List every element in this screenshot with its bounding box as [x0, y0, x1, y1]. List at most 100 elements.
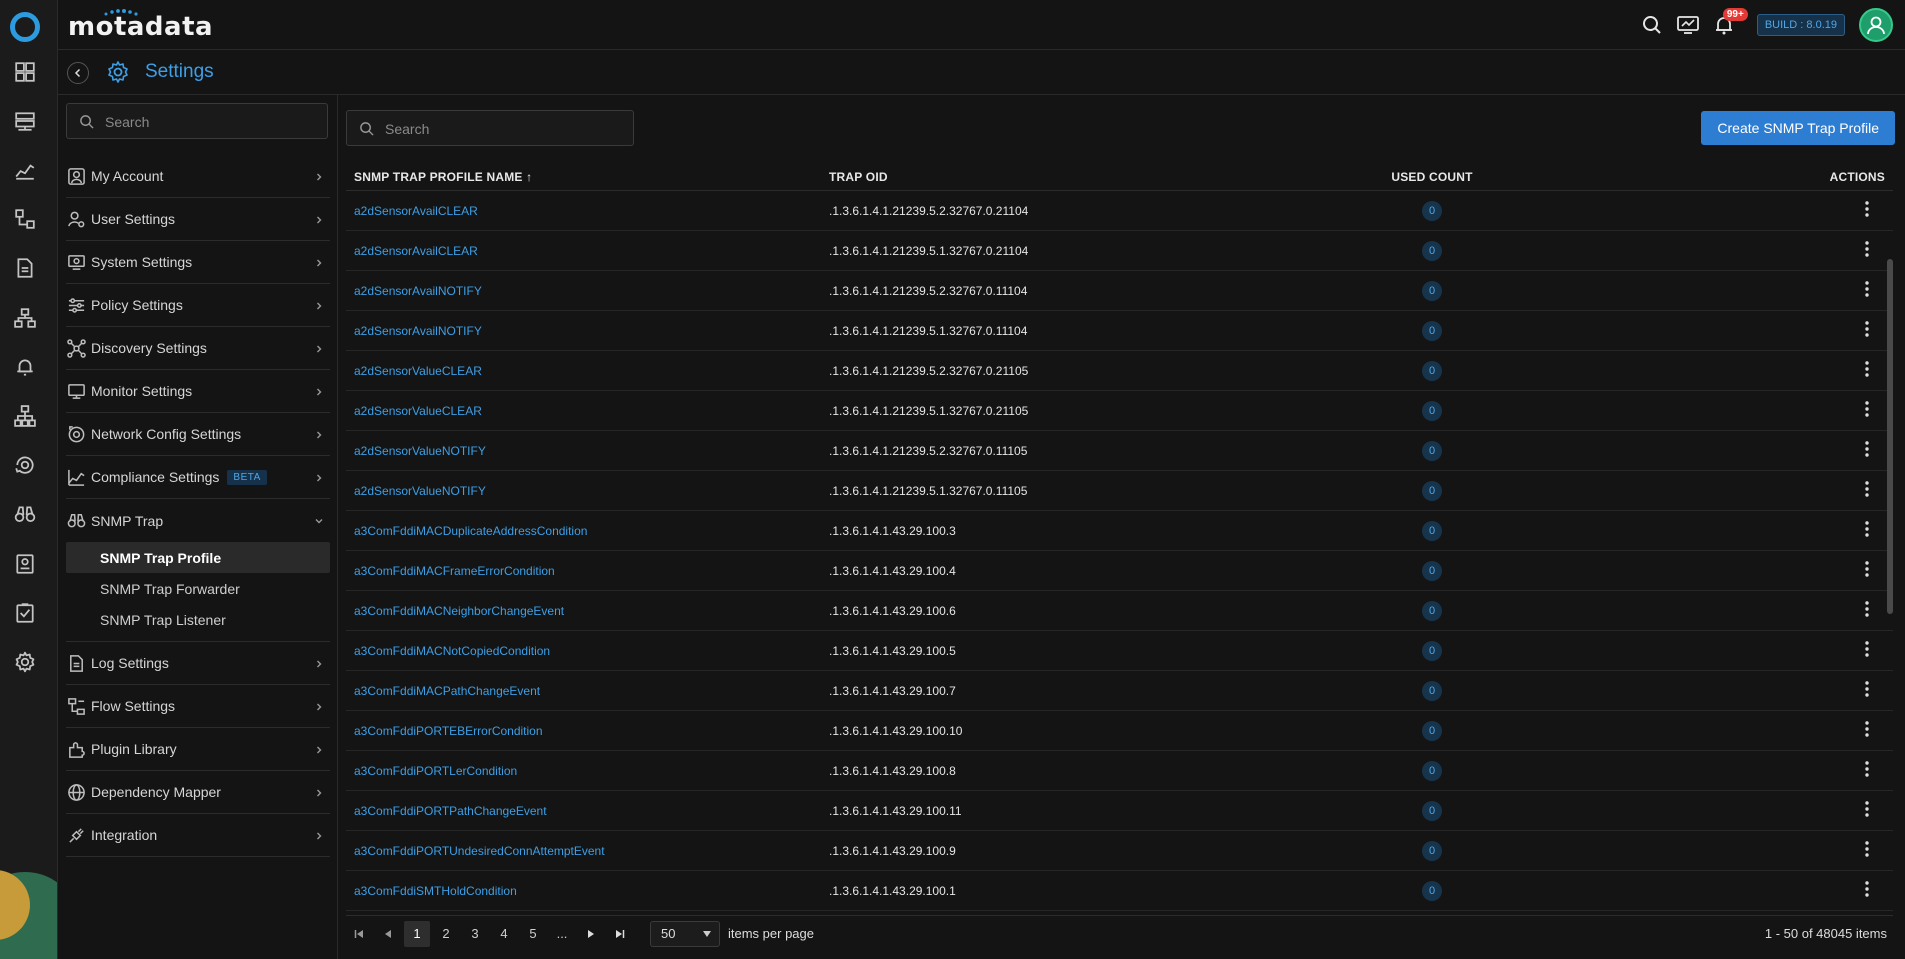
nav-item-system-settings[interactable]: System Settings	[66, 241, 330, 284]
page-button-4[interactable]: 4	[491, 921, 517, 947]
alerts-icon[interactable]	[12, 354, 38, 380]
hierarchy-icon[interactable]	[12, 403, 38, 429]
nav-item-network-config-settings[interactable]: Network Config Settings	[66, 413, 330, 456]
profile-name-link[interactable]: a2dSensorValueCLEAR	[346, 364, 821, 378]
notification-count-badge: 99+	[1722, 8, 1748, 21]
profile-name-link[interactable]: a3ComFddiMACFrameErrorCondition	[346, 564, 821, 578]
user-avatar[interactable]	[1859, 8, 1893, 42]
nav-item-plugin-library[interactable]: Plugin Library	[66, 728, 330, 771]
grid-search-input[interactable]	[385, 119, 625, 139]
grid-scrollbar[interactable]	[1887, 259, 1893, 614]
kebab-menu-icon[interactable]	[1857, 479, 1877, 499]
profile-name-link[interactable]: a2dSensorValueCLEAR	[346, 404, 821, 418]
binoculars-icon[interactable]	[12, 501, 38, 527]
nav-item-user-settings[interactable]: User Settings	[66, 198, 330, 241]
network-icon[interactable]	[12, 305, 38, 331]
prev-page-button[interactable]	[375, 921, 401, 947]
kebab-menu-icon[interactable]	[1857, 599, 1877, 619]
kebab-menu-icon[interactable]	[1857, 359, 1877, 379]
profile-name-link[interactable]: a2dSensorValueNOTIFY	[346, 444, 821, 458]
settings-icon[interactable]	[12, 649, 38, 675]
nav-item-dependency-mapper[interactable]: Dependency Mapper	[66, 771, 330, 814]
nav-item-snmp-trap[interactable]: SNMP Trap	[66, 499, 330, 542]
settings-header: Settings	[58, 50, 1905, 95]
reports-icon[interactable]	[12, 255, 38, 281]
topology-icon[interactable]	[12, 206, 38, 232]
profile-name-link[interactable]: a3ComFddiMACDuplicateAddressCondition	[346, 524, 821, 538]
nav-item-discovery-settings[interactable]: Discovery Settings	[66, 327, 330, 370]
kebab-menu-icon[interactable]	[1857, 559, 1877, 579]
settings-nav: My Account User Settings System Settings Po…	[58, 95, 338, 959]
profile-name-link[interactable]: a3ComFddiPORTPathChangeEvent	[346, 804, 821, 818]
checklist-icon[interactable]	[12, 600, 38, 626]
profile-name-link[interactable]: a2dSensorAvailNOTIFY	[346, 284, 821, 298]
top-bar: motadata 99+ BUILD : 8.0.19	[58, 0, 1905, 50]
next-page-button[interactable]	[578, 921, 604, 947]
ai-ops-icon[interactable]	[12, 452, 38, 478]
kebab-menu-icon[interactable]	[1857, 199, 1877, 219]
kebab-menu-icon[interactable]	[1857, 639, 1877, 659]
col-header-oid[interactable]: TRAP OID	[821, 170, 1307, 184]
profile-name-link[interactable]: a2dSensorValueNOTIFY	[346, 484, 821, 498]
kebab-menu-icon[interactable]	[1857, 279, 1877, 299]
app: motadata 99+ BUILD : 8.0.19 Settings Sea…	[0, 0, 1905, 959]
profile-name-link[interactable]: a3ComFddiPORTUndesiredConnAttemptEvent	[346, 844, 821, 858]
nav-subitem-snmp-trap-forwarder[interactable]: SNMP Trap Forwarder	[66, 573, 330, 604]
nav-search-input[interactable]	[105, 112, 315, 132]
kebab-menu-icon[interactable]	[1857, 839, 1877, 859]
col-header-count[interactable]: USED COUNT	[1307, 170, 1557, 184]
brand-logo[interactable]: motadata	[68, 9, 213, 42]
chevron-right-icon	[314, 256, 324, 271]
app-logo-icon[interactable]	[10, 12, 40, 42]
profile-name-link[interactable]: a3ComFddiSMTHoldCondition	[346, 884, 821, 898]
profile-name-link[interactable]: a3ComFddiMACNotCopiedCondition	[346, 644, 821, 658]
profile-name-link[interactable]: a3ComFddiMACNeighborChangeEvent	[346, 604, 821, 618]
last-page-button[interactable]	[607, 921, 633, 947]
dashboard-icon[interactable]	[12, 59, 38, 85]
plugin-icon	[66, 739, 86, 759]
nav-item-policy-settings[interactable]: Policy Settings	[66, 284, 330, 327]
total-items-label: 1 - 50 of 48045 items	[1764, 926, 1887, 941]
kebab-menu-icon[interactable]	[1857, 759, 1877, 779]
profile-name-link[interactable]: a2dSensorAvailNOTIFY	[346, 324, 821, 338]
kebab-menu-icon[interactable]	[1857, 679, 1877, 699]
nav-item-monitor-settings[interactable]: Monitor Settings	[66, 370, 330, 413]
items-per-page-select[interactable]: 50	[650, 920, 720, 947]
col-header-name[interactable]: SNMP TRAP PROFILE NAME ↑	[346, 170, 821, 184]
profile-name-link[interactable]: a3ComFddiPORTLerCondition	[346, 764, 821, 778]
first-page-button[interactable]	[346, 921, 372, 947]
page-ellipsis[interactable]: ...	[549, 921, 575, 947]
profile-name-link[interactable]: a2dSensorAvailCLEAR	[346, 244, 821, 258]
kebab-menu-icon[interactable]	[1857, 879, 1877, 899]
bell-icon[interactable]: 99+	[1713, 8, 1748, 36]
kebab-menu-icon[interactable]	[1857, 799, 1877, 819]
page-button-1[interactable]: 1	[404, 920, 430, 947]
trap-oid: .1.3.6.1.4.1.43.29.100.1	[829, 883, 956, 898]
kebab-menu-icon[interactable]	[1857, 439, 1877, 459]
nav-item-compliance-settings[interactable]: Compliance Settings BETA	[66, 456, 330, 499]
nav-item-my-account[interactable]: My Account	[66, 155, 330, 198]
search-icon[interactable]	[1641, 14, 1663, 36]
page-button-3[interactable]: 3	[462, 921, 488, 947]
audit-icon[interactable]	[12, 551, 38, 577]
nav-item-log-settings[interactable]: Log Settings	[66, 642, 330, 685]
screen-share-icon[interactable]	[1676, 14, 1699, 36]
kebab-menu-icon[interactable]	[1857, 319, 1877, 339]
kebab-menu-icon[interactable]	[1857, 239, 1877, 259]
page-button-2[interactable]: 2	[433, 921, 459, 947]
nav-item-integration[interactable]: Integration	[66, 814, 330, 857]
nav-subitem-snmp-trap-listener[interactable]: SNMP Trap Listener	[66, 604, 330, 635]
metrics-icon[interactable]	[12, 157, 38, 183]
profile-name-link[interactable]: a3ComFddiPORTEBErrorCondition	[346, 724, 821, 738]
kebab-menu-icon[interactable]	[1857, 399, 1877, 419]
kebab-menu-icon[interactable]	[1857, 519, 1877, 539]
create-snmp-trap-profile-button[interactable]: Create SNMP Trap Profile	[1701, 111, 1895, 145]
profile-name-link[interactable]: a2dSensorAvailCLEAR	[346, 204, 821, 218]
page-button-5[interactable]: 5	[520, 921, 546, 947]
profile-name-link[interactable]: a3ComFddiMACPathChangeEvent	[346, 684, 821, 698]
nav-subitem-snmp-trap-profile[interactable]: SNMP Trap Profile	[66, 542, 330, 573]
kebab-menu-icon[interactable]	[1857, 719, 1877, 739]
inventory-icon[interactable]	[12, 108, 38, 134]
nav-item-flow-settings[interactable]: Flow Settings	[66, 685, 330, 728]
back-button[interactable]	[67, 62, 89, 84]
